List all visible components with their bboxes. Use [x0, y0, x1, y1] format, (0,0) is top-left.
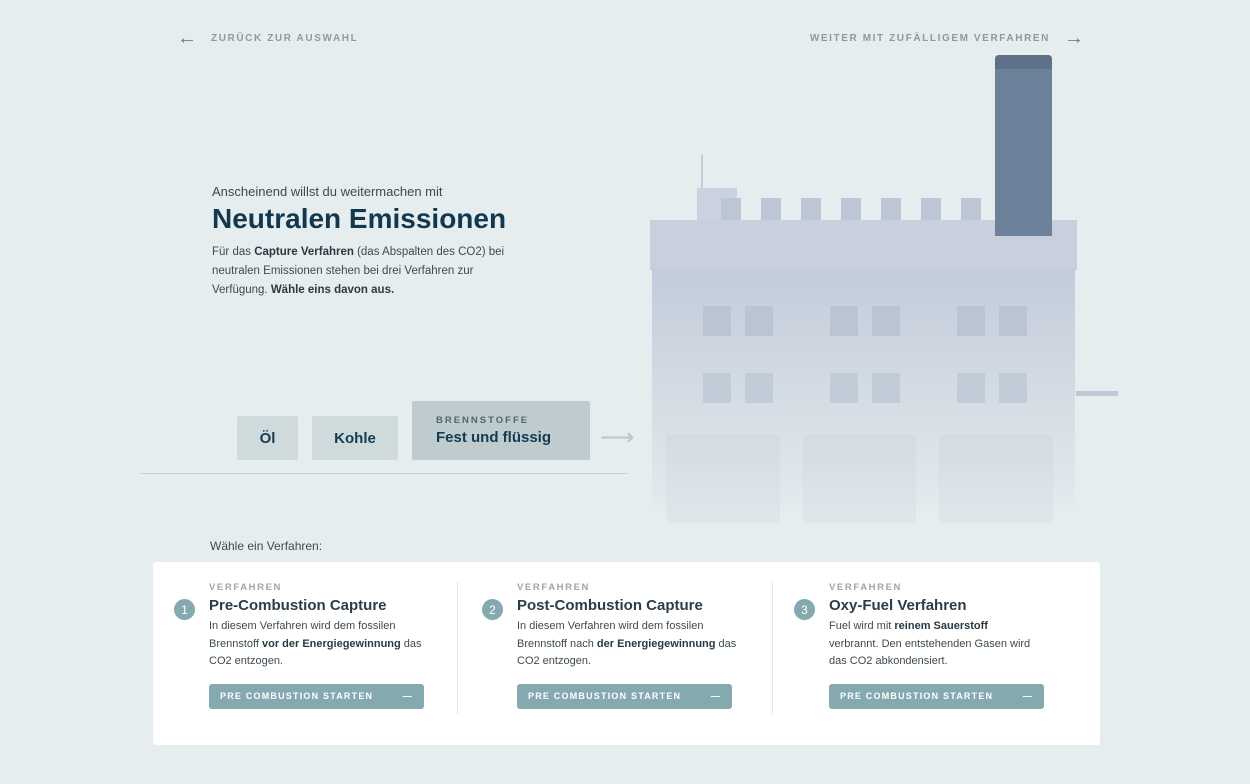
minus-icon: — [710, 691, 721, 701]
procedure-title: Post-Combustion Capture [517, 597, 703, 614]
intro-text: Für das Capture Verfahren (das Abspalten… [212, 246, 505, 296]
fuel-selected-button[interactable]: BRENNSTOFFE Fest und flüssig [412, 401, 590, 460]
procedure-title: Oxy-Fuel Verfahren [829, 597, 967, 614]
procedure-title: Pre-Combustion Capture [209, 597, 387, 614]
arrow-left-icon: ← [177, 27, 197, 49]
minus-icon: — [402, 691, 413, 701]
procedure-kicker: VERFAHREN [209, 582, 282, 593]
divider [772, 582, 773, 714]
start-button[interactable]: PRE COMBUSTION STARTEN — [517, 683, 732, 709]
divider [457, 582, 458, 714]
fuel-kicker: BRENNSTOFFE [436, 415, 530, 426]
procedure-1: 1 VERFAHREN Pre-Combustion Capture In di… [174, 582, 434, 709]
fuel-oil-button[interactable]: Öl [237, 416, 298, 460]
next-random-link[interactable]: WEITER MIT ZUFÄLLIGEM VERFAHREN → [810, 27, 1084, 50]
procedure-desc: Fuel wird mit reinem Sauerstoff verbrann… [829, 620, 1031, 667]
start-button[interactable]: PRE COMBUSTION STARTEN — [209, 683, 424, 709]
procedure-3: 3 VERFAHREN Oxy-Fuel Verfahren Fuel wird… [794, 582, 1044, 709]
choose-label: Wähle ein Verfahren: [210, 539, 323, 553]
intro: Anscheinend willst du weitermachen mit N… [212, 184, 532, 300]
arrow-right-icon: ⟶ [600, 424, 635, 451]
arrow-right-icon: → [1064, 27, 1084, 49]
divider [140, 473, 628, 474]
procedure-2: 2 VERFAHREN Post-Combustion Capture In d… [482, 582, 742, 709]
fuel-coal-button[interactable]: Kohle [312, 416, 398, 460]
back-link[interactable]: ← ZURÜCK ZUR AUSWAHL [177, 27, 358, 50]
procedure-kicker: VERFAHREN [829, 582, 902, 593]
procedure-desc: In diesem Verfahren wird dem fossilen Br… [517, 620, 737, 667]
procedure-kicker: VERFAHREN [517, 582, 590, 593]
fuel-selected-label: Fest und flüssig [436, 429, 552, 446]
step-badge: 3 [794, 599, 815, 620]
minus-icon: — [1022, 691, 1033, 701]
back-label: ZURÜCK ZUR AUSWAHL [211, 33, 359, 44]
step-badge: 1 [174, 599, 195, 620]
step-badge: 2 [482, 599, 503, 620]
next-label: WEITER MIT ZUFÄLLIGEM VERFAHREN [809, 33, 1050, 44]
start-button[interactable]: PRE COMBUSTION STARTEN — [829, 683, 1044, 709]
procedure-card: 1 VERFAHREN Pre-Combustion Capture In di… [153, 562, 1100, 745]
procedure-desc: In diesem Verfahren wird dem fossilen Br… [209, 620, 422, 667]
intro-pre: Anscheinend willst du weitermachen mit [212, 184, 443, 199]
page-title: Neutralen Emissionen [212, 203, 507, 234]
